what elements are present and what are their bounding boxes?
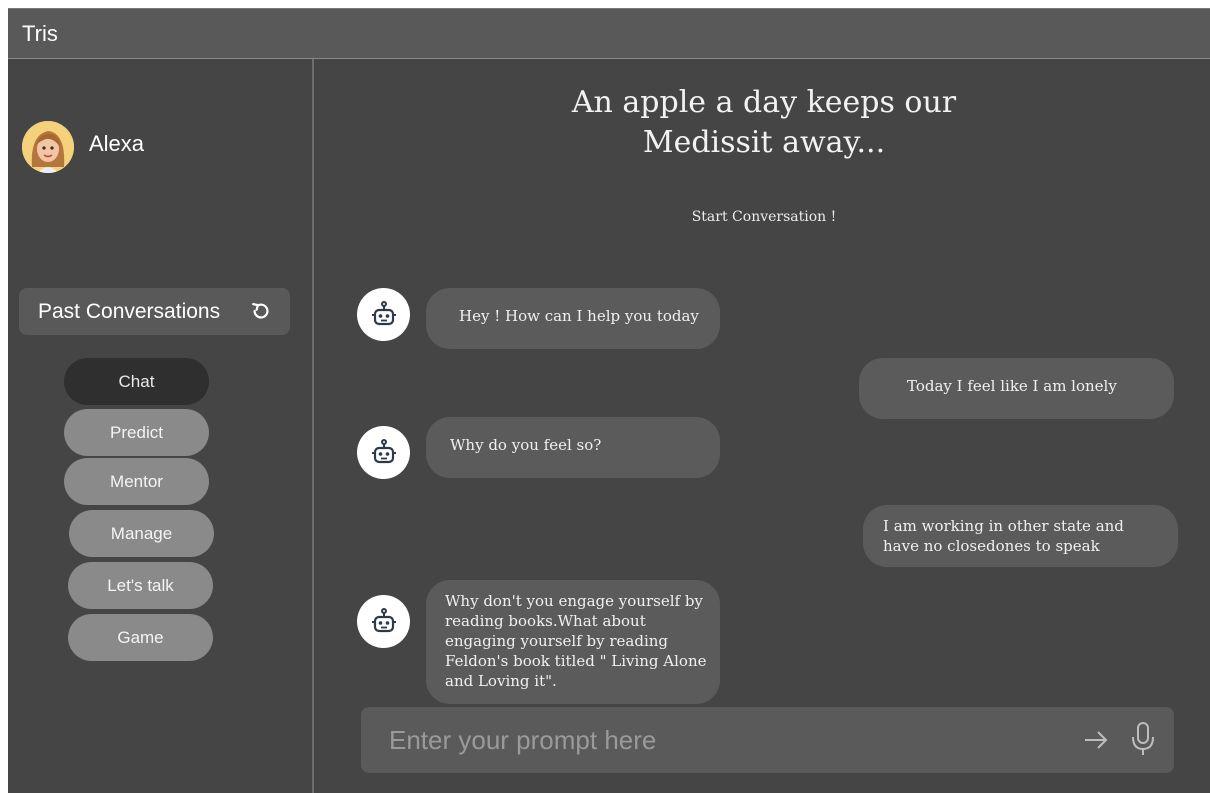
nav-manage-button[interactable]: Manage (69, 510, 214, 557)
bot-message: Why don't you engage yourself by reading… (426, 580, 720, 704)
app-window: Tris Alexa Past Conversations Chat Predi… (8, 8, 1210, 793)
app-title: Tris (22, 21, 58, 46)
bot-avatar (357, 288, 410, 341)
start-conversation-label: Start Conversation ! (691, 209, 837, 225)
nav-predict-button[interactable]: Predict (64, 409, 209, 456)
nav-lets-talk-button[interactable]: Let's talk (68, 562, 213, 609)
bot-avatar (357, 595, 410, 648)
page-tagline: An apple a day keeps our Medissit away..… (464, 83, 1064, 163)
prompt-bar (361, 707, 1174, 773)
robot-icon (371, 607, 396, 632)
chat-area: An apple a day keeps our Medissit away..… (314, 59, 1210, 793)
refresh-icon[interactable] (250, 300, 272, 322)
bot-message: Why do you feel so? (426, 417, 720, 478)
title-bar: Tris (8, 8, 1210, 59)
nav-game-button[interactable]: Game (68, 614, 213, 661)
nav-chat-button[interactable]: Chat (64, 358, 209, 405)
user-message: Today I feel like I am lonely (859, 358, 1174, 419)
past-conversations-button[interactable]: Past Conversations (19, 288, 290, 335)
arrow-right-icon[interactable] (1083, 728, 1109, 752)
tagline-line-1: An apple a day keeps our (571, 85, 957, 120)
user-message: I am working in other state and have no … (863, 505, 1178, 567)
bot-message: Hey ! How can I help you today (426, 288, 720, 349)
past-conversations-label: Past Conversations (38, 299, 221, 323)
user-avatar[interactable] (22, 121, 74, 173)
bot-avatar (357, 426, 410, 479)
memoji-avatar-icon (22, 121, 74, 173)
user-name: Alexa (89, 131, 145, 156)
robot-icon (371, 300, 396, 325)
prompt-input[interactable] (387, 717, 1061, 763)
tagline-line-2: Medissit away... (642, 125, 886, 160)
robot-icon (371, 438, 396, 463)
nav-mentor-button[interactable]: Mentor (64, 458, 209, 505)
microphone-icon[interactable] (1130, 721, 1156, 757)
sidebar: Alexa Past Conversations Chat Predict Me… (8, 59, 314, 793)
